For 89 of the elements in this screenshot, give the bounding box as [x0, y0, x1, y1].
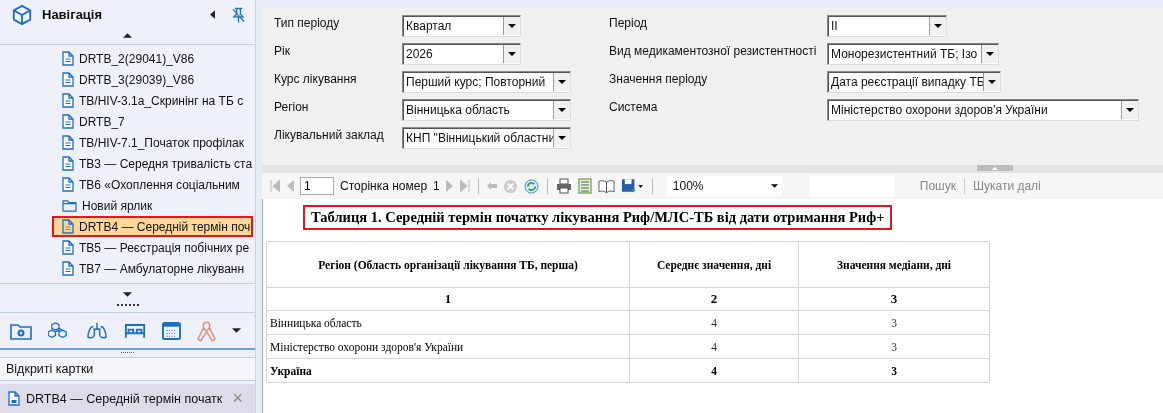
folder-plus-icon[interactable] — [10, 321, 32, 340]
scroll-up-icon[interactable] — [123, 32, 132, 38]
document-icon — [62, 177, 74, 193]
column-number: 1 — [266, 287, 630, 311]
dropdown-field[interactable]: Вінницька область — [402, 99, 571, 121]
document-icon — [62, 156, 74, 172]
dropdown-arrow-icon — [558, 136, 566, 140]
dropdown-field[interactable]: Міністерство охорони здоров'я України — [827, 99, 1139, 121]
table-cell: 3 — [798, 334, 990, 359]
field-label: Вид медикаментозної резистентності — [609, 43, 818, 58]
field-label: Регіон — [274, 99, 310, 114]
dropdown-caret-icon[interactable] — [232, 328, 241, 333]
tree-item[interactable]: Новий ярлик — [52, 195, 253, 217]
document-icon — [62, 219, 74, 235]
column-header: Значення медіани, дні — [798, 241, 990, 288]
document-icon — [62, 114, 74, 130]
open-card-tab[interactable]: DRTB4 — Середній термін початк × — [0, 384, 255, 413]
refresh-icon[interactable] — [523, 178, 539, 194]
tree-item[interactable]: DRTB_7 — [52, 111, 253, 133]
field-label: Лікувальний заклад — [274, 127, 385, 142]
document-icon — [62, 240, 74, 256]
dropdown-field[interactable]: 2026 — [402, 43, 521, 65]
cube-icon — [11, 3, 33, 26]
tree-item[interactable]: TB3 — Середня тривалість ста — [52, 153, 253, 175]
page-number-input[interactable]: 1 — [300, 177, 334, 195]
tree-item[interactable]: DRTB_2(29041)_V86 — [52, 48, 253, 70]
panel-title: Навігація — [42, 7, 104, 23]
scroll-down-icon[interactable] — [123, 292, 132, 298]
tree-item[interactable]: TB5 — Реєстрація побічних ре — [52, 237, 253, 259]
column-header: Регіон (Область організації лікування ТБ, перша) — [266, 241, 630, 288]
calendar-icon[interactable] — [162, 321, 181, 340]
table-cell: 3 — [798, 310, 990, 335]
document-icon — [62, 261, 74, 277]
dropdown-field[interactable]: Квартал — [402, 15, 521, 37]
document-icon — [62, 51, 74, 67]
tree-item[interactable]: TB/HIV-7.1_Початок профілак — [52, 132, 253, 154]
table-cell: 3 — [798, 358, 990, 383]
tree-item[interactable]: DRTB4 — Середній термін поч — [52, 216, 253, 238]
document-icon — [62, 72, 74, 88]
tree-item[interactable]: TB7 — Амбулаторне лікуванн — [52, 258, 253, 280]
column-header: Середнє значення, дні — [629, 241, 799, 288]
tree-item[interactable]: DRTB_3(29039)_V86 — [52, 69, 253, 91]
field-label: Система — [609, 99, 659, 114]
document-icon — [62, 135, 74, 151]
table-cell: 4 — [629, 310, 799, 335]
page-label: Сторінка номер — [340, 179, 428, 193]
field-label: Період — [609, 15, 649, 30]
book-icon[interactable] — [597, 179, 615, 193]
dropdown-arrow-icon — [988, 80, 996, 84]
dropdown-arrow-icon — [508, 52, 516, 56]
dropdown-arrow-icon — [770, 184, 778, 188]
table-cell: 4 — [629, 358, 799, 383]
column-number: 2 — [629, 287, 799, 311]
dropdown-field[interactable]: II — [827, 15, 947, 37]
folder-icon — [62, 199, 77, 213]
lungs-icon[interactable] — [86, 321, 108, 340]
dropdown-arrow-icon — [934, 24, 942, 28]
save-export-icon[interactable] — [620, 178, 644, 194]
pin-icon[interactable] — [232, 6, 245, 23]
zoom-dropdown[interactable]: 100% — [666, 176, 782, 196]
document-icon — [62, 93, 74, 109]
page-layout-icon[interactable] — [577, 178, 592, 194]
tree-item[interactable]: TB/HIV-3.1а_Скринінг на ТБ с — [52, 90, 253, 112]
document-icon — [8, 391, 20, 406]
table-cell: 4 — [629, 334, 799, 359]
tree-item[interactable]: TB6 «Охоплення соціальним — [52, 174, 253, 196]
dropdown-arrow-icon — [1126, 108, 1134, 112]
dropdown-arrow-icon — [558, 80, 566, 84]
field-label: Рік — [274, 43, 291, 58]
dropdown-field[interactable]: Перший курс; Повторний — [402, 71, 571, 93]
table-cell: Вінницька область — [266, 310, 630, 335]
page-count: 1 — [433, 179, 440, 193]
dropdown-arrow-icon — [986, 52, 994, 56]
collapse-handle-icon[interactable] — [977, 165, 1013, 171]
dropdown-arrow-icon — [508, 24, 516, 28]
dropdown-field[interactable]: Монорезистентний ТБ; Ізо — [827, 43, 999, 65]
table-cell: Україна — [266, 358, 630, 383]
bed-icon[interactable] — [124, 322, 146, 339]
field-label: Тип періоду — [274, 15, 341, 30]
print-icon[interactable] — [555, 178, 572, 194]
collapse-arrow-icon[interactable] — [210, 10, 215, 20]
table-cell: Міністерство охорони здоров'я України — [266, 334, 630, 359]
report-title: Таблиця 1. Середній термін початку лікування Риф/МЛС-ТБ від дати отримання Риф+ — [303, 205, 893, 230]
column-number: 3 — [798, 287, 990, 311]
dropdown-arrow-icon — [558, 108, 566, 112]
section-header: Відкриті картки — [0, 358, 255, 381]
boxes-icon[interactable] — [48, 321, 70, 340]
field-label: Курс лікування — [274, 71, 358, 86]
field-label: Значення періоду — [609, 71, 709, 86]
